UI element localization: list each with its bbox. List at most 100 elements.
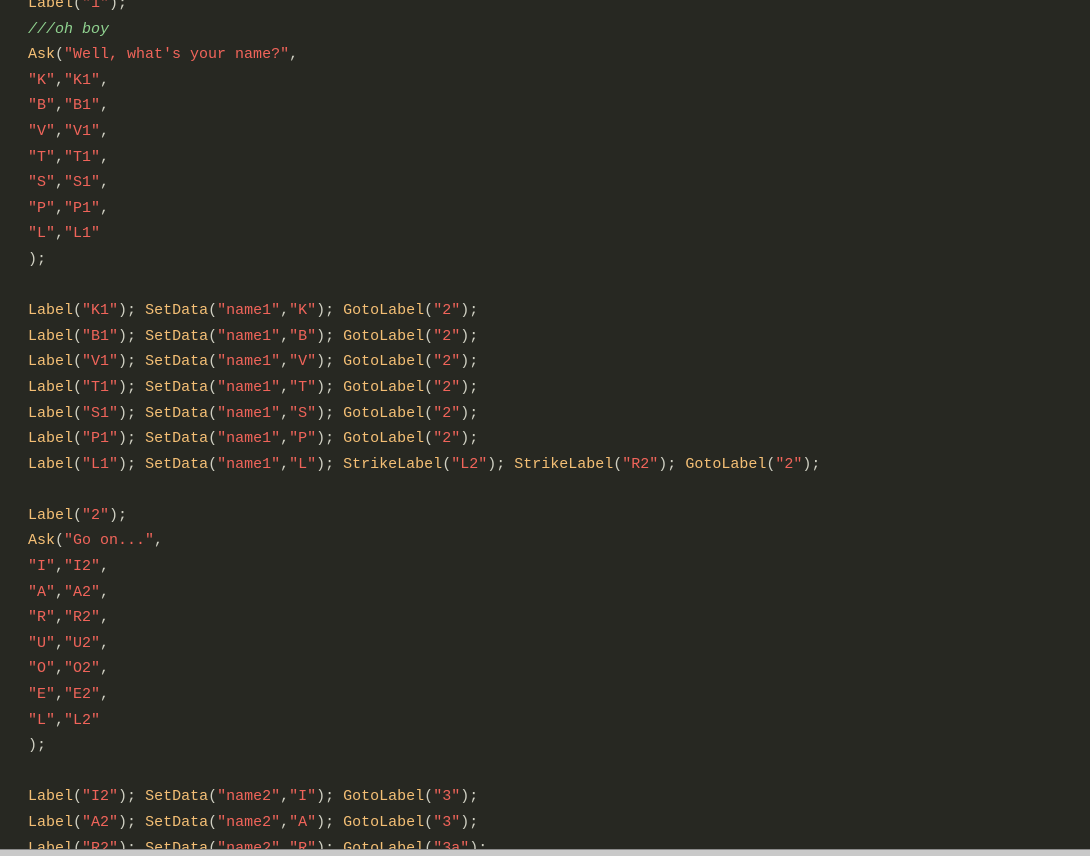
function-token: GotoLabel — [343, 378, 425, 396]
string-token: "name1" — [217, 302, 281, 320]
punctuation-token: ); — [109, 506, 128, 524]
punctuation-token: ( — [73, 353, 83, 371]
code-line: Label("V1"); SetData("name1","V"); GotoL… — [28, 349, 820, 375]
code-line: Label("A2"); SetData("name2","A"); GotoL… — [28, 810, 820, 836]
function-token: StrikeLabel — [343, 455, 443, 473]
punctuation-token: , — [280, 302, 290, 320]
string-token: "L2" — [64, 711, 101, 729]
string-token: "3a" — [433, 839, 470, 849]
punctuation-token: ( — [73, 327, 83, 345]
punctuation-token: ( — [73, 455, 83, 473]
punctuation-token: ( — [424, 788, 434, 806]
punctuation-token: ); — [316, 455, 344, 473]
string-token: "2" — [433, 353, 461, 371]
string-token: "P" — [28, 199, 56, 217]
string-token: "T" — [28, 148, 56, 166]
function-token: Label — [28, 839, 74, 849]
punctuation-token: ( — [208, 327, 218, 345]
punctuation-token: ); — [118, 302, 146, 320]
string-token: "K" — [28, 71, 56, 89]
string-token: "K" — [289, 302, 317, 320]
string-token: "L" — [28, 711, 56, 729]
punctuation-token: ); — [28, 250, 47, 268]
punctuation-token: , — [55, 583, 65, 601]
punctuation-token: ); — [316, 839, 344, 849]
string-token: "3" — [433, 814, 461, 831]
punctuation-token: , — [280, 378, 290, 396]
punctuation-token: ( — [208, 378, 218, 396]
punctuation-token: ( — [73, 788, 83, 806]
punctuation-token: ( — [73, 404, 83, 422]
string-token: "A" — [28, 583, 56, 601]
punctuation-token: ( — [442, 455, 452, 473]
code-line: ); — [28, 733, 820, 759]
function-token: GotoLabel — [685, 455, 767, 473]
string-token: "E2" — [64, 686, 101, 704]
punctuation-token: ( — [424, 814, 434, 831]
punctuation-token: ); — [118, 839, 146, 849]
string-token: "B" — [28, 97, 56, 115]
code-line: Label("L1"); SetData("name1","L"); Strik… — [28, 452, 820, 478]
code-line: Label("B1"); SetData("name1","B"); GotoL… — [28, 324, 820, 350]
punctuation-token: , — [154, 532, 164, 550]
function-token: SetData — [145, 353, 209, 371]
punctuation-token: , — [100, 583, 110, 601]
function-token: Label — [28, 455, 74, 473]
string-token: "V" — [289, 353, 317, 371]
code-editor[interactable]: Label("1");///oh boy Ask("Well, what's yo… — [0, 0, 1090, 849]
punctuation-token: , — [289, 46, 299, 64]
punctuation-token: ( — [55, 532, 65, 550]
horizontal-scrollbar[interactable] — [0, 849, 1090, 856]
string-token: "name2" — [217, 788, 281, 806]
code-line: "R","R2", — [28, 605, 820, 631]
punctuation-token: , — [280, 455, 290, 473]
punctuation-token: ); — [316, 404, 344, 422]
punctuation-token: ); — [802, 455, 821, 473]
code-area[interactable]: Label("1");///oh boy Ask("Well, what's yo… — [28, 0, 820, 849]
punctuation-token: , — [55, 711, 65, 729]
string-token: "R" — [289, 839, 317, 849]
string-token: "name1" — [217, 378, 281, 396]
string-token: "U2" — [64, 634, 101, 652]
punctuation-token: ); — [316, 353, 344, 371]
punctuation-token: , — [280, 430, 290, 448]
string-token: "R2" — [82, 839, 119, 849]
punctuation-token: , — [280, 788, 290, 806]
string-token: "I" — [289, 788, 317, 806]
punctuation-token: ( — [73, 839, 83, 849]
string-token: "R2" — [64, 609, 101, 627]
function-token: Label — [28, 404, 74, 422]
punctuation-token: , — [280, 404, 290, 422]
punctuation-token: , — [280, 327, 290, 345]
punctuation-token: ); — [460, 430, 479, 448]
string-token: "L" — [289, 455, 317, 473]
punctuation-token: ( — [424, 430, 434, 448]
string-token: "B1" — [82, 327, 119, 345]
punctuation-token: ); — [118, 404, 146, 422]
code-line: ); — [28, 247, 820, 273]
punctuation-token: ( — [208, 302, 218, 320]
code-line: Label("S1"); SetData("name1","S"); GotoL… — [28, 401, 820, 427]
string-token: "3" — [433, 788, 461, 806]
code-line: "E","E2", — [28, 682, 820, 708]
punctuation-token: ); — [469, 839, 488, 849]
punctuation-token: ( — [55, 46, 65, 64]
punctuation-token: ( — [424, 404, 434, 422]
code-line: "K","K1", — [28, 68, 820, 94]
function-token: SetData — [145, 378, 209, 396]
function-token: StrikeLabel — [514, 455, 614, 473]
punctuation-token: ( — [208, 814, 218, 831]
punctuation-token: , — [100, 148, 110, 166]
string-token: "R2" — [622, 455, 659, 473]
string-token: "T1" — [82, 378, 119, 396]
punctuation-token: ); — [316, 814, 344, 831]
punctuation-token: ); — [118, 378, 146, 396]
code-line: Label("T1"); SetData("name1","T"); GotoL… — [28, 375, 820, 401]
punctuation-token: ); — [118, 788, 146, 806]
code-line: "S","S1", — [28, 170, 820, 196]
punctuation-token: , — [55, 122, 65, 140]
string-token: "I2" — [64, 558, 101, 576]
string-token: "S1" — [64, 174, 101, 192]
string-token: "O" — [28, 660, 56, 678]
